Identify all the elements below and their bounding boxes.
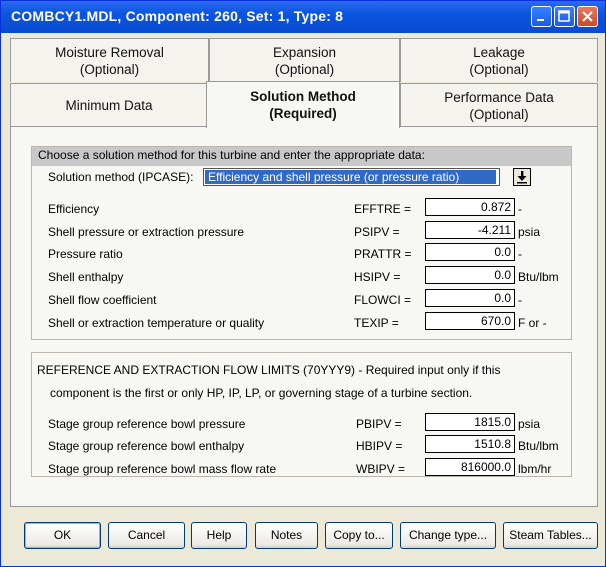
maximize-icon xyxy=(558,10,570,22)
tab-label: Expansion xyxy=(272,45,337,60)
tab-sublabel: (Optional) xyxy=(79,62,140,77)
pressure-ratio-label: Pressure ratio xyxy=(48,247,123,261)
efficiency-unit: - xyxy=(518,202,522,216)
shell-enthalpy-unit: Btu/lbm xyxy=(518,270,559,284)
efficiency-label: Efficiency xyxy=(48,202,100,216)
shell-pressure-unit: psia xyxy=(518,225,541,239)
prattr-code: PRATTR = xyxy=(354,247,412,261)
bowl-mass-flow-label: Stage group reference bowl mass flow rat… xyxy=(48,462,277,476)
close-icon xyxy=(582,11,593,22)
bowl-pressure-field[interactable]: 1815.0 xyxy=(425,413,515,431)
bowl-enthalpy-field[interactable]: 1510.8 xyxy=(425,435,515,453)
extraction-temperature-label: Shell or extraction temperature or quali… xyxy=(48,316,265,330)
solution-group-header: Choose a solution method for this turbin… xyxy=(38,148,425,162)
efftre-code: EFFTRE = xyxy=(354,202,412,216)
close-button[interactable] xyxy=(577,6,598,27)
pbipv-code: PBIPV = xyxy=(356,417,402,431)
help-button[interactable]: Help xyxy=(191,522,247,549)
bowl-mass-flow-field[interactable]: 816000.0 xyxy=(425,458,515,476)
hsipv-code: HSIPV = xyxy=(354,270,401,284)
tab-sublabel: (Optional) xyxy=(469,62,529,77)
bowl-enthalpy-label: Stage group reference bowl enthalpy xyxy=(48,439,245,453)
cancel-button[interactable]: Cancel xyxy=(108,522,185,549)
shell-flow-coefficient-label: Shell flow coefficient xyxy=(48,293,157,307)
bowl-enthalpy-unit: Btu/lbm xyxy=(518,439,559,453)
extraction-temperature-unit: F or - xyxy=(518,316,547,330)
tab-label: Leakage xyxy=(473,45,525,60)
tab-minimum-data[interactable]: Minimum Data xyxy=(10,83,208,126)
solution-method-select[interactable]: Efficiency and shell pressure (or pressu… xyxy=(203,168,500,186)
minimize-button[interactable] xyxy=(531,6,552,27)
hbipv-code: HBIPV = xyxy=(356,439,403,453)
dropdown-button[interactable] xyxy=(513,168,531,186)
shell-flow-coefficient-field[interactable]: 0.0 xyxy=(425,289,515,307)
tab-sublabel: (Required) xyxy=(269,106,337,121)
bowl-pressure-label: Stage group reference bowl pressure xyxy=(48,417,246,431)
tab-solution-method[interactable]: Solution Method (Required) xyxy=(206,81,400,128)
wbipv-code: WBIPV = xyxy=(356,462,406,476)
shell-pressure-label: Shell pressure or extraction pressure xyxy=(48,225,245,239)
tab-expansion[interactable]: Expansion (Optional) xyxy=(209,38,400,82)
notes-button[interactable]: Notes xyxy=(255,522,318,549)
reference-header-line1: REFERENCE AND EXTRACTION FLOW LIMITS (70… xyxy=(37,363,501,377)
shell-pressure-field[interactable]: -4.211 xyxy=(425,221,515,239)
efficiency-field[interactable]: 0.872 xyxy=(425,198,515,216)
tab-sublabel: (Optional) xyxy=(274,62,335,77)
change-type-button[interactable]: Change type... xyxy=(400,522,496,549)
psipv-code: PSIPV = xyxy=(354,225,400,239)
shell-enthalpy-label: Shell enthalpy xyxy=(48,270,124,284)
solution-method-label: Solution method (IPCASE): xyxy=(48,170,194,184)
solution-method-value: Efficiency and shell pressure (or pressu… xyxy=(205,170,496,184)
reference-header-line2: component is the first or only HP, IP, L… xyxy=(50,386,473,400)
tab-performance-data[interactable]: Performance Data (Optional) xyxy=(400,83,598,126)
tab-label: Minimum Data xyxy=(65,98,153,113)
copy-to-button[interactable]: Copy to... xyxy=(325,522,393,549)
bowl-pressure-unit: psia xyxy=(518,417,541,431)
bowl-mass-flow-unit: lbm/hr xyxy=(518,462,552,476)
tab-moisture-removal[interactable]: Moisture Removal (Optional) xyxy=(10,38,209,82)
tab-leakage[interactable]: Leakage (Optional) xyxy=(400,38,598,82)
dialog-window: COMBCY1.MDL, Component: 260, Set: 1, Typ… xyxy=(0,0,606,567)
chevron-down-icon xyxy=(517,171,527,184)
tab-label: Moisture Removal xyxy=(55,45,164,60)
maximize-button[interactable] xyxy=(554,6,575,27)
tab-label: Solution Method xyxy=(250,89,356,104)
flowci-code: FLOWCI = xyxy=(354,293,412,307)
minimize-icon xyxy=(537,19,544,21)
texip-code: TEXIP = xyxy=(354,316,399,330)
tab-sublabel: (Optional) xyxy=(469,107,529,122)
ok-button[interactable]: OK xyxy=(24,522,101,549)
tab-label: Performance Data xyxy=(444,90,554,105)
pressure-ratio-field[interactable]: 0.0 xyxy=(425,243,515,261)
shell-flow-coefficient-unit: - xyxy=(518,293,522,307)
window-title: COMBCY1.MDL, Component: 260, Set: 1, Typ… xyxy=(11,8,344,24)
steam-tables-button[interactable]: Steam Tables... xyxy=(503,522,598,549)
extraction-temperature-field[interactable]: 670.0 xyxy=(425,312,515,330)
title-bar[interactable]: COMBCY1.MDL, Component: 260, Set: 1, Typ… xyxy=(1,1,605,33)
shell-enthalpy-field[interactable]: 0.0 xyxy=(425,266,515,284)
pressure-ratio-unit: - xyxy=(518,247,522,261)
